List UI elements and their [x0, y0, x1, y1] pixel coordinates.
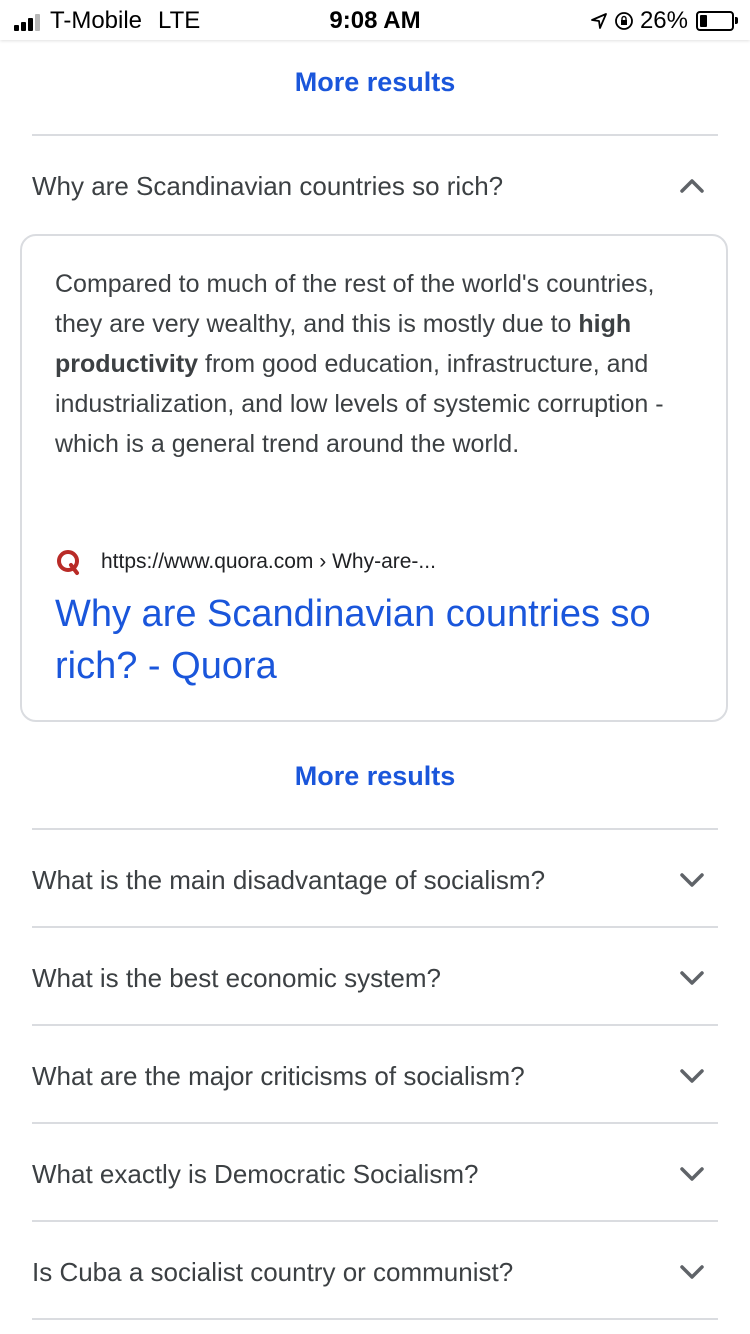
question-row[interactable]: What is the main disadvantage of sociali… [32, 832, 718, 928]
battery-icon [696, 11, 738, 31]
question-row[interactable]: Is Cuba a socialist country or communist… [32, 1224, 718, 1320]
answer-snippet: Compared to much of the rest of the worl… [55, 264, 705, 464]
question-text: Is Cuba a socialist country or communist… [32, 1256, 514, 1287]
answer-card: Compared to much of the rest of the worl… [20, 234, 728, 722]
question-text: What exactly is Democratic Socialism? [32, 1158, 479, 1189]
question-row[interactable]: What is the best economic system? [32, 930, 718, 1026]
battery-fill [700, 15, 707, 27]
question-text: What are the major criticisms of sociali… [32, 1060, 525, 1091]
chevron-down-icon[interactable] [674, 1254, 710, 1290]
question-text: What is the best economic system? [32, 962, 441, 993]
battery-percent: 26% [639, 7, 688, 34]
status-bar: T-Mobile LTE 9:08 AM 26% [0, 0, 750, 40]
question-row[interactable]: What are the major criticisms of sociali… [32, 1028, 718, 1124]
result-title-link[interactable]: Why are Scandinavian countries so rich? … [55, 588, 715, 692]
divider [32, 1318, 718, 1320]
chevron-up-icon[interactable] [674, 168, 710, 204]
more-results-link-top[interactable]: More results [0, 67, 750, 98]
chevron-down-icon[interactable] [674, 1058, 710, 1094]
question-text: Why are Scandinavian countries so rich? [32, 170, 504, 201]
question-text: What is the main disadvantage of sociali… [32, 864, 546, 895]
source-row[interactable]: https://www.quora.com › Why-are-... [55, 548, 436, 576]
chevron-down-icon[interactable] [674, 862, 710, 898]
orientation-lock-icon [615, 12, 633, 30]
divider [32, 828, 718, 830]
status-right: 26% [590, 7, 738, 35]
divider [32, 1220, 718, 1222]
divider [32, 926, 718, 928]
quora-favicon-icon [57, 550, 79, 575]
divider [32, 134, 718, 136]
divider [32, 1122, 718, 1124]
divider [32, 1024, 718, 1026]
location-arrow-icon [591, 13, 607, 29]
chevron-down-icon[interactable] [674, 1156, 710, 1192]
source-url: https://www.quora.com › Why-are-... [101, 550, 436, 573]
chevron-down-icon[interactable] [674, 960, 710, 996]
question-row-expanded[interactable]: Why are Scandinavian countries so rich? [32, 138, 718, 234]
question-row[interactable]: What exactly is Democratic Socialism? [32, 1126, 718, 1222]
more-results-link[interactable]: More results [0, 761, 750, 792]
answer-text-before: Compared to much of the rest of the worl… [55, 270, 655, 338]
